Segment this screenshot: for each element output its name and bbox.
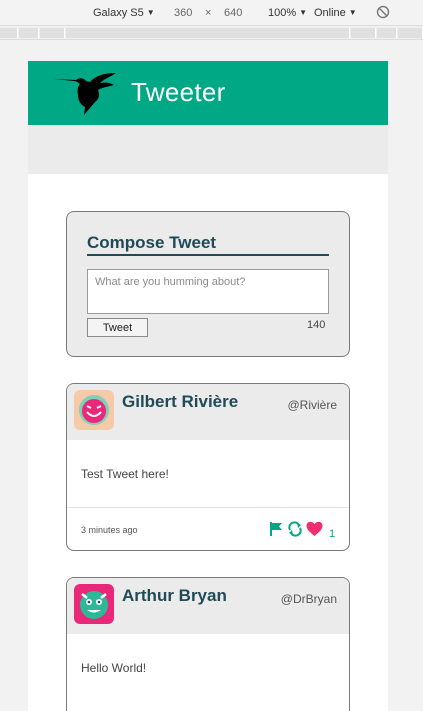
network-value: Online [314, 7, 346, 19]
pink-monster-avatar-icon [74, 584, 114, 624]
tweet-divider [67, 507, 349, 508]
dropdown-arrow-icon: ▼ [348, 8, 357, 17]
tweet-header: Gilbert Rivière @Rivière [67, 384, 349, 440]
display-name: Gilbert Rivière [122, 392, 239, 411]
dropdown-arrow-icon: ▼ [146, 8, 155, 17]
hummingbird-logo-icon [54, 73, 116, 115]
device-toolbar: Galaxy S5 ▼ 360 × 640 100% ▼ Online ▼ [0, 0, 423, 26]
rotate-icon[interactable] [376, 5, 390, 22]
nav-band [28, 125, 388, 174]
tweet-card: Gilbert Rivière @Rivière Test Tweet here… [66, 383, 350, 551]
user-handle: @DrBryan [280, 592, 337, 606]
times-sign: × [205, 7, 212, 19]
app-header: Tweeter [28, 61, 388, 125]
compose-title: Compose Tweet [87, 233, 329, 256]
device-select[interactable]: Galaxy S5 ▼ [93, 7, 155, 19]
device-name: Galaxy S5 [93, 7, 144, 19]
dropdown-arrow-icon: ▼ [299, 8, 308, 17]
height-field[interactable]: 640 [224, 7, 242, 19]
zoom-select[interactable]: 100% ▼ [268, 7, 307, 19]
compose-tweet-panel: Compose Tweet Tweet 140 [66, 211, 350, 357]
tweet-text: Test Tweet here! [81, 467, 169, 481]
width-field[interactable]: 360 [174, 7, 192, 19]
like-count: 1 [329, 528, 336, 540]
retweet-icon[interactable] [287, 521, 303, 537]
display-name: Arthur Bryan [122, 586, 227, 605]
tweet-card: Arthur Bryan @DrBryan Hello World! [66, 577, 350, 711]
app-title: Tweeter [131, 77, 226, 107]
network-select[interactable]: Online ▼ [314, 7, 357, 19]
tweet-timestamp: 3 minutes ago [81, 525, 138, 535]
app-viewport: Tweeter Compose Tweet Tweet 140 Gilbert … [28, 61, 388, 711]
tweet-textarea[interactable] [87, 269, 329, 314]
tweet-header: Arthur Bryan @DrBryan [67, 578, 349, 634]
char-counter: 140 [307, 319, 326, 331]
media-query-ruler[interactable] [0, 26, 423, 40]
heart-icon[interactable] [306, 521, 323, 537]
pink-smiley-avatar-icon [74, 390, 114, 430]
flag-icon[interactable] [268, 521, 284, 537]
tweet-text: Hello World! [81, 661, 147, 675]
tweet-button[interactable]: Tweet [87, 318, 148, 337]
zoom-value: 100% [268, 7, 297, 19]
user-handle: @Rivière [287, 398, 337, 412]
